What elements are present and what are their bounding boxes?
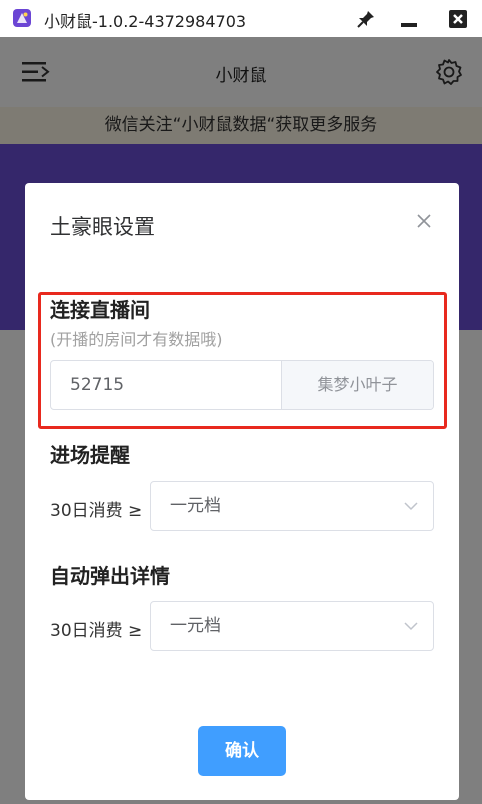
dialog-close-button[interactable]: [414, 211, 434, 231]
entry-alert-selected: 一元档: [170, 496, 221, 516]
window-titlebar: 小财鼠-1.0.2-4372984703: [0, 0, 482, 37]
chevron-down-icon: [404, 502, 418, 511]
pin-button[interactable]: [355, 8, 377, 30]
room-id-input[interactable]: [51, 361, 281, 409]
minimize-icon: [401, 23, 417, 27]
entry-alert-heading: 进场提醒: [50, 443, 130, 467]
close-icon: [417, 214, 431, 228]
confirm-button[interactable]: 确认: [198, 726, 286, 776]
window-close-button[interactable]: [447, 8, 469, 30]
entry-alert-select[interactable]: 一元档: [150, 481, 434, 531]
window-title: 小财鼠-1.0.2-4372984703: [44, 12, 247, 31]
auto-popup-label: 30日消费 ≥: [50, 621, 143, 641]
minimize-button[interactable]: [398, 8, 420, 30]
connect-room-hint: (开播的房间才有数据哦): [50, 330, 223, 349]
pin-icon: [357, 11, 374, 28]
connect-room-heading: 连接直播间: [50, 298, 150, 322]
auto-popup-selected: 一元档: [170, 616, 221, 636]
dialog-title: 土豪眼设置: [50, 215, 155, 239]
settings-dialog: 土豪眼设置 连接直播间 (开播的房间才有数据哦) 集梦小叶子 进场提醒 30日消…: [25, 183, 459, 800]
close-icon: [449, 10, 467, 28]
room-name-label: 集梦小叶子: [281, 361, 433, 409]
auto-popup-select[interactable]: 一元档: [150, 601, 434, 651]
app-logo-icon: [13, 9, 31, 27]
entry-alert-label: 30日消费 ≥: [50, 501, 143, 521]
auto-popup-heading: 自动弹出详情: [50, 564, 170, 588]
chevron-down-icon: [404, 622, 418, 631]
room-input-group: 集梦小叶子: [50, 360, 434, 410]
